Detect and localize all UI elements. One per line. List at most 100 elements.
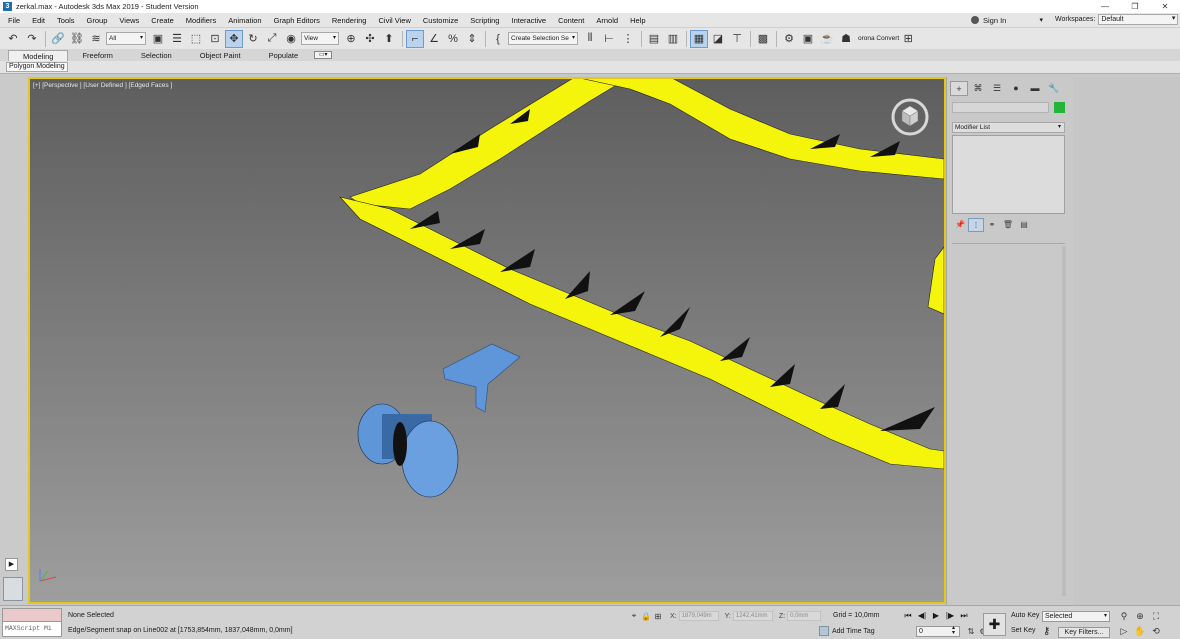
selected-dropdown[interactable]: Selected: [1042, 611, 1110, 622]
previous-frame-icon[interactable]: ◀|: [915, 610, 929, 622]
tab-selection[interactable]: Selection: [127, 50, 186, 61]
spinner-snap-icon[interactable]: ⇕: [463, 30, 481, 48]
viewport-label[interactable]: [+] [Perspective ] [User Defined ] [Edge…: [33, 82, 172, 89]
menu-edit[interactable]: Edit: [26, 16, 51, 25]
named-selection-dropdown[interactable]: Create Selection Se: [508, 32, 578, 45]
orbit-icon[interactable]: ⟲: [1148, 624, 1164, 639]
pin-stack-icon[interactable]: 📌: [952, 218, 968, 232]
motion-tab-icon[interactable]: ●: [1007, 81, 1025, 96]
object-color-swatch[interactable]: [1054, 102, 1065, 113]
z-coordinate-field[interactable]: 0,0mm: [787, 611, 822, 621]
menu-group[interactable]: Group: [81, 16, 114, 25]
menu-interactive[interactable]: Interactive: [505, 16, 552, 25]
menu-animation[interactable]: Animation: [222, 16, 267, 25]
menu-arnold[interactable]: Arnold: [590, 16, 624, 25]
key-icon[interactable]: ⚷: [1043, 626, 1050, 637]
minimize-button[interactable]: —: [1090, 0, 1120, 13]
layer-explorer-icon[interactable]: ▥: [664, 30, 682, 48]
menu-civil-view[interactable]: Civil View: [372, 16, 416, 25]
perspective-viewport[interactable]: [+] [Perspective ] [User Defined ] [Edge…: [28, 77, 946, 604]
object-name-field[interactable]: [952, 102, 1049, 113]
utilities-tab-icon[interactable]: 🔧: [1045, 81, 1063, 96]
key-mode-icon[interactable]: ⇅: [965, 626, 977, 638]
render-active-icon[interactable]: ☗: [837, 30, 855, 48]
select-and-place-icon[interactable]: ◉: [282, 30, 300, 48]
edit-named-selection-icon[interactable]: {: [489, 30, 507, 48]
menu-modifiers[interactable]: Modifiers: [180, 16, 222, 25]
absolute-mode-icon[interactable]: ⊞: [652, 612, 664, 621]
command-panel-scrollbar[interactable]: [1062, 246, 1066, 596]
toggle-layer-icon[interactable]: ⋮: [619, 30, 637, 48]
modify-tab-icon[interactable]: ⌘: [969, 81, 987, 96]
unlink-icon[interactable]: ⛓: [68, 30, 86, 48]
tab-modeling[interactable]: Modeling: [8, 49, 69, 61]
modifier-list-dropdown[interactable]: Modifier List: [952, 122, 1065, 133]
maxscript-listener[interactable]: MAXScript Mi: [2, 608, 62, 637]
zoom-extents-icon[interactable]: ⛶: [1148, 609, 1164, 624]
remove-modifier-icon[interactable]: 🗑: [1000, 218, 1016, 232]
polygon-modeling-label[interactable]: Polygon Modeling: [6, 62, 68, 72]
maxscript-output[interactable]: [3, 609, 61, 622]
menu-file[interactable]: File: [0, 16, 26, 25]
selection-lock-icon[interactable]: 🔒: [640, 612, 652, 621]
tab-object-paint[interactable]: Object Paint: [186, 50, 255, 61]
ribbon-toggle-button[interactable]: ▭▾: [314, 51, 333, 59]
ribbon-toggle-icon[interactable]: ▦: [690, 29, 708, 48]
make-unique-icon[interactable]: ⚭: [984, 218, 1000, 232]
maxscript-input[interactable]: MAXScript Mi: [3, 622, 61, 636]
restore-button[interactable]: ❐: [1120, 0, 1150, 13]
key-filters-button[interactable]: Key Filters...: [1058, 627, 1110, 638]
menu-scripting[interactable]: Scripting: [464, 16, 505, 25]
render-setup-icon[interactable]: ⚙: [780, 30, 798, 48]
go-to-start-icon[interactable]: ⏮: [901, 610, 915, 622]
isolate-selection-icon[interactable]: ⌖: [628, 611, 640, 621]
tab-freeform[interactable]: Freeform: [68, 50, 126, 61]
mirror-icon[interactable]: ⫴: [581, 30, 599, 48]
field-of-view-icon[interactable]: ▷: [1116, 624, 1132, 639]
undo-icon[interactable]: ↶: [4, 30, 22, 48]
set-key-button[interactable]: Set Key: [1011, 627, 1036, 634]
frame-spinner-icon[interactable]: ▴ ▾: [952, 625, 955, 636]
menu-rendering[interactable]: Rendering: [326, 16, 373, 25]
angle-snap-icon[interactable]: ∠: [425, 30, 443, 48]
curve-editor-icon[interactable]: ◪: [709, 30, 727, 48]
pivot-center-icon[interactable]: ⊕: [342, 30, 360, 48]
corona-grid-icon[interactable]: ⊞: [899, 30, 917, 48]
menu-help[interactable]: Help: [624, 16, 651, 25]
menu-tools[interactable]: Tools: [51, 16, 81, 25]
reference-coordinate-dropdown[interactable]: View: [301, 32, 339, 45]
add-time-tag-button[interactable]: Add Time Tag: [819, 626, 875, 636]
material-editor-icon[interactable]: ▩: [754, 30, 772, 48]
set-keys-icon[interactable]: ✚: [983, 613, 1006, 636]
modifier-stack[interactable]: [952, 135, 1065, 214]
zoom-all-icon[interactable]: ⊕: [1132, 609, 1148, 624]
link-icon[interactable]: 🔗: [49, 30, 67, 48]
pan-icon[interactable]: ✋: [1132, 624, 1148, 639]
select-and-move-icon[interactable]: ✥: [225, 29, 243, 48]
scene-explorer-icon[interactable]: ▤: [645, 30, 663, 48]
window-crossing-icon[interactable]: ⊡: [206, 30, 224, 48]
select-manipulate-icon[interactable]: ✣: [361, 30, 379, 48]
tab-populate[interactable]: Populate: [255, 50, 313, 61]
hierarchy-tab-icon[interactable]: ☰: [988, 81, 1006, 96]
close-button[interactable]: ✕: [1150, 0, 1180, 13]
keyboard-shortcut-icon[interactable]: ⬆: [380, 30, 398, 48]
workspaces-select[interactable]: Default: [1098, 14, 1179, 25]
play-animation-icon[interactable]: ▶: [929, 610, 943, 622]
percent-snap-icon[interactable]: %: [444, 30, 462, 48]
menu-graph-editors[interactable]: Graph Editors: [268, 16, 326, 25]
corona-converter-label[interactable]: orona Convert: [858, 35, 899, 42]
zoom-icon[interactable]: ⚲: [1116, 609, 1132, 624]
redo-icon[interactable]: ↷: [23, 30, 41, 48]
menu-views[interactable]: Views: [113, 16, 145, 25]
bind-space-warp-icon[interactable]: ≋: [87, 30, 105, 48]
select-object-icon[interactable]: ▣: [149, 30, 167, 48]
configure-modifier-sets-icon[interactable]: ▤: [1016, 218, 1032, 232]
play-icon[interactable]: ▶: [5, 558, 18, 571]
rendered-frame-window-icon[interactable]: ▣: [799, 30, 817, 48]
go-to-end-icon[interactable]: ⏭: [957, 610, 971, 622]
snap-toggle-icon[interactable]: ⌐: [406, 29, 424, 48]
menu-content[interactable]: Content: [552, 16, 590, 25]
menu-customize[interactable]: Customize: [417, 16, 464, 25]
display-tab-icon[interactable]: ▬: [1026, 81, 1044, 96]
